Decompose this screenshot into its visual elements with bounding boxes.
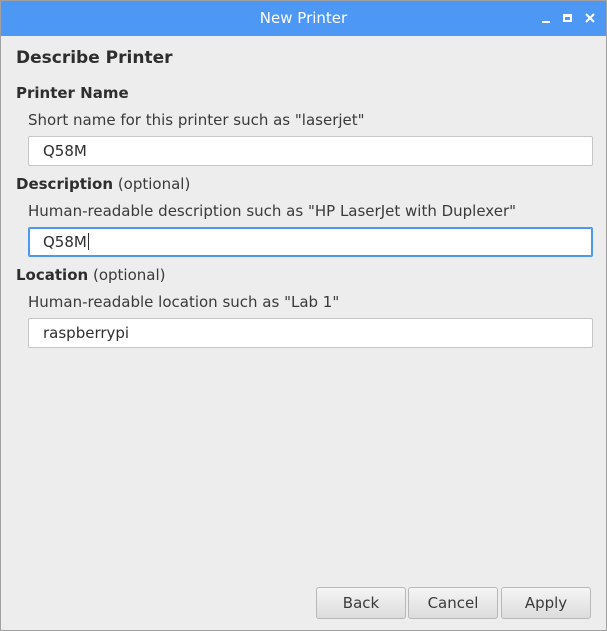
description-label: Description (optional) — [16, 175, 190, 193]
printer-name-value: Q58M — [43, 142, 87, 160]
close-button[interactable] — [581, 9, 599, 27]
location-hint: Human-readable location such as "Lab 1" — [28, 293, 340, 311]
description-input[interactable]: Q58M — [28, 227, 593, 257]
apply-button[interactable]: Apply — [501, 587, 591, 619]
title-bar[interactable]: New Printer — [1, 1, 606, 36]
description-hint: Human-readable description such as "HP L… — [28, 202, 517, 220]
printer-name-hint: Short name for this printer such as "las… — [28, 111, 365, 129]
printer-name-label-text: Printer Name — [16, 84, 129, 102]
location-label: Location (optional) — [16, 266, 165, 284]
cancel-button[interactable]: Cancel — [408, 587, 498, 619]
page-heading: Describe Printer — [16, 48, 173, 68]
location-input[interactable]: raspberrypi — [28, 318, 593, 348]
description-optional-text: (optional) — [117, 175, 191, 193]
location-optional-text: (optional) — [92, 266, 166, 284]
dialog-content: Describe Printer Printer Name Short name… — [1, 36, 606, 630]
minimize-icon — [542, 21, 550, 23]
maximize-button[interactable] — [559, 9, 577, 27]
description-value: Q58M — [43, 233, 87, 251]
close-icon — [585, 13, 595, 23]
window-title: New Printer — [259, 9, 348, 27]
location-label-text: Location — [16, 266, 89, 284]
printer-name-input[interactable]: Q58M — [28, 136, 593, 166]
description-label-text: Description — [16, 175, 114, 193]
maximize-icon — [563, 14, 572, 22]
new-printer-window: New Printer Describe Printer Printer Nam… — [0, 0, 607, 631]
location-value: raspberrypi — [43, 324, 130, 342]
text-caret — [87, 233, 89, 250]
minimize-button[interactable] — [538, 9, 556, 27]
printer-name-label: Printer Name — [16, 84, 129, 102]
back-button[interactable]: Back — [316, 587, 406, 619]
